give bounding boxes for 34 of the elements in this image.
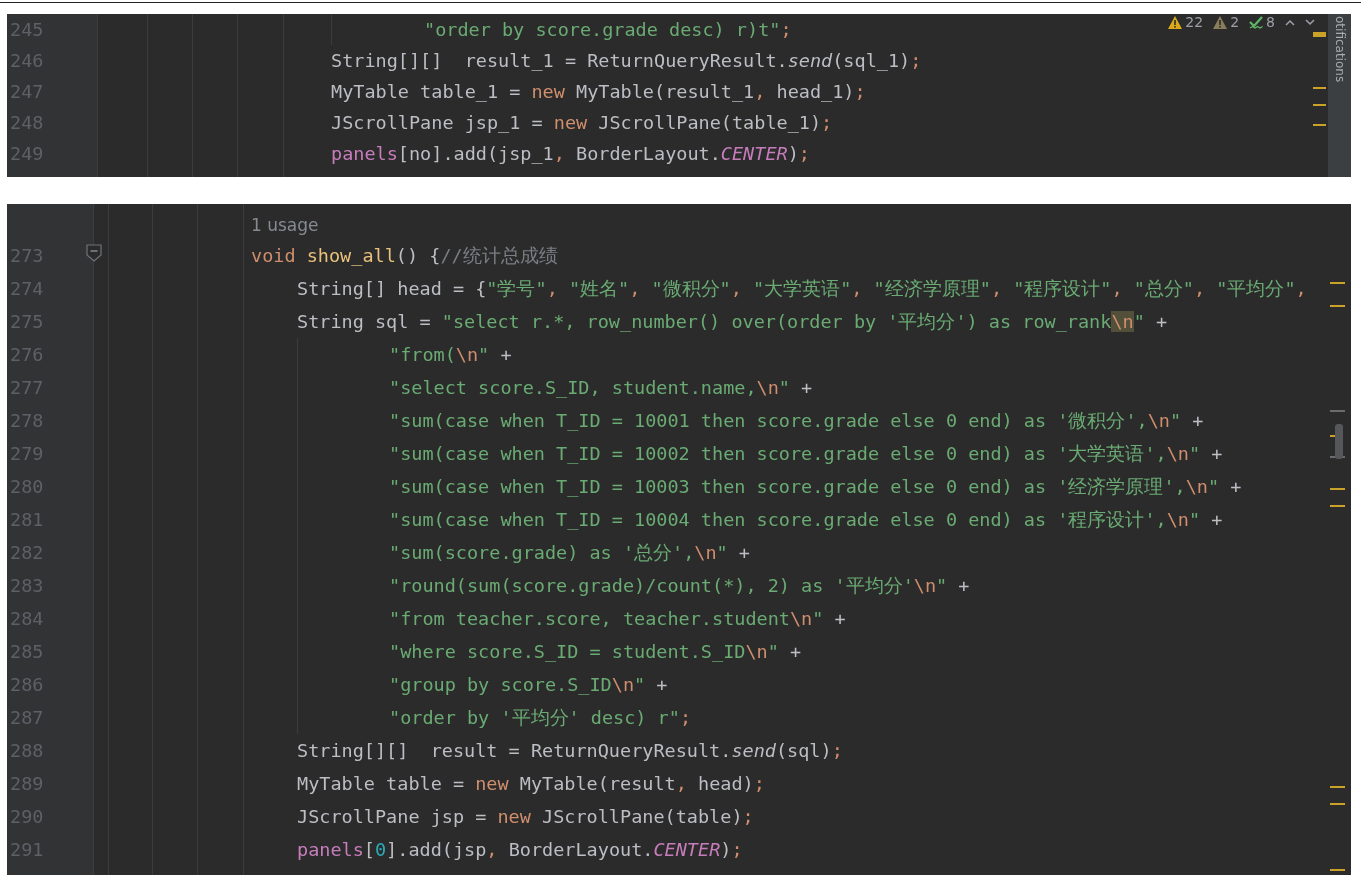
scrollbar-thumb[interactable]	[1335, 424, 1343, 459]
code-line: "from(\n" +	[389, 344, 512, 365]
code-line: JScrollPane jsp = new JScrollPane(table);	[297, 806, 754, 827]
usage-hint[interactable]: 1 usage	[251, 215, 319, 239]
code-line: String[][] result = ReturnQueryResult.send(sql);	[297, 740, 843, 761]
code-line: String[] head = {"学号", "姓名", "微积分", "大学英语", "经济学原理", "程序设计", "总分", "平均分",	[297, 277, 1307, 301]
code-line: panels[no].add(jsp_1, BorderLayout.CENTER);	[331, 143, 810, 164]
code-line: "sum(case when T_ID = 10001 then score.grade else 0 end) as '微积分',\n" +	[389, 409, 1204, 433]
code-line: JScrollPane jsp_1 = new JScrollPane(table_1);	[331, 112, 833, 133]
code-line: "sum(case when T_ID = 10003 then score.grade else 0 end) as '经济学原理',\n" +	[389, 475, 1242, 499]
code-line: panels[0].add(jsp, BorderLayout.CENTER);	[297, 839, 743, 860]
code-line: "group by score.S_ID\n" +	[389, 674, 668, 695]
fold-icon[interactable]	[86, 244, 102, 262]
code-line: "from teacher.score, teacher.student\n" +	[389, 608, 846, 629]
code-line: MyTable table = new MyTable(result, head);	[297, 773, 765, 794]
caret-up-icon[interactable]	[1285, 18, 1295, 26]
problem-count[interactable]: 2	[1230, 14, 1240, 30]
problem-count[interactable]: 8	[1266, 14, 1275, 30]
notifications-tab[interactable]: otifications	[1328, 14, 1351, 177]
code-line: "sum(score.grade) as '总分',\n" +	[389, 541, 750, 565]
code-line: "where score.S_ID = student.S_ID\n" +	[389, 641, 802, 662]
code-line: "order by score.grade desc) r)t";	[424, 19, 792, 40]
code-line: "order by '平均分' desc) r";	[389, 706, 692, 730]
code-line: String sql = "select r.*, row_number() over(order by '平均分') as row_rank\n" +	[297, 310, 1168, 334]
code-line: "sum(case when T_ID = 10002 then score.grade else 0 end) as '大学英语',\n" +	[389, 442, 1223, 466]
code-line: void show_all() {//统计总成绩	[251, 244, 558, 268]
code-line: "sum(case when T_ID = 10004 then score.grade else 0 end) as '程序设计',\n" +	[389, 508, 1223, 532]
check-icon	[1249, 15, 1264, 29]
code-line: "select score.S_ID, student.name,\n" +	[389, 377, 813, 398]
code-line: MyTable table_1 = new MyTable(result_1, head_1);	[331, 81, 866, 102]
code-line: "round(sum(score.grade)/count(*), 2) as '平均分'\n" +	[389, 574, 970, 598]
code-line: String[][] result_1 = ReturnQueryResult.send(sql_1);	[331, 50, 922, 71]
caret-down-icon[interactable]	[1305, 18, 1315, 26]
problem-count[interactable]: 22	[1185, 14, 1204, 30]
